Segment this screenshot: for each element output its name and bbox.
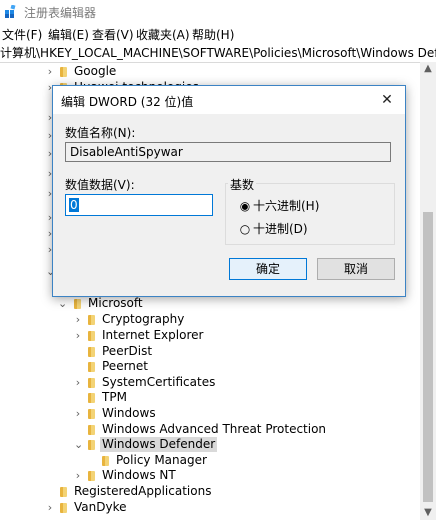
chevron-right-icon[interactable]: ›: [74, 468, 82, 483]
tree-item-label: Google: [74, 64, 117, 78]
radio-unchecked-icon: ○: [239, 222, 251, 236]
radio-decimal[interactable]: ○ 十进制(D): [239, 220, 308, 237]
tree-item-label: VanDyke: [74, 500, 127, 514]
chevron-down-icon[interactable]: ⌄: [58, 296, 67, 311]
edit-dword-dialog: 编辑 DWORD (32 位)值 ✕ 数值名称(N): DisableAntiS…: [52, 85, 406, 297]
tree-item-windows[interactable]: › Windows: [0, 406, 420, 421]
scroll-thumb[interactable]: [423, 212, 433, 502]
folder-icon: [60, 67, 67, 77]
menu-file[interactable]: 文件(F): [2, 26, 42, 43]
folder-icon: [60, 487, 67, 497]
chevron-down-icon[interactable]: ⌄: [74, 437, 83, 452]
folder-icon: [88, 409, 95, 419]
tree-item-label: TPM: [102, 390, 127, 404]
tree-item-windows-atp[interactable]: Windows Advanced Threat Protection: [0, 422, 420, 437]
folder-icon: [88, 331, 95, 341]
menu-help[interactable]: 帮助(H): [192, 26, 234, 43]
scroll-down-arrow-icon[interactable]: ▼: [420, 506, 436, 520]
radio-dec-label: 十进制(D): [253, 222, 308, 236]
chevron-right-icon[interactable]: ›: [74, 406, 82, 421]
menu-edit[interactable]: 编辑(E): [48, 26, 89, 43]
tree-item-label: Cryptography: [102, 312, 185, 326]
folder-icon: [88, 347, 95, 357]
tree-item-windows-defender[interactable]: ⌄ Windows Defender: [0, 437, 420, 452]
tree-item-peernet[interactable]: Peernet: [0, 359, 420, 374]
folder-icon: [88, 393, 95, 403]
base-group-label: 基数: [228, 176, 257, 193]
tree-item-label: Policy Manager: [116, 453, 207, 467]
chevron-right-icon[interactable]: ›: [74, 328, 82, 343]
folder-open-icon: [88, 440, 95, 450]
tree-item-registeredapplications[interactable]: RegisteredApplications: [0, 484, 420, 499]
tree-item-peerdist[interactable]: PeerDist: [0, 344, 420, 359]
folder-icon: [102, 456, 109, 466]
tree-item-cryptography[interactable]: › Cryptography: [0, 312, 420, 327]
chevron-right-icon[interactable]: ›: [74, 375, 82, 390]
window-titlebar: 注册表编辑器: [0, 0, 436, 24]
folder-icon: [88, 362, 95, 372]
tree-item-label: Windows Advanced Threat Protection: [102, 422, 327, 436]
value-data-text: 0: [69, 198, 79, 212]
tree-item-systemcertificates[interactable]: › SystemCertificates: [0, 375, 420, 390]
scroll-up-arrow-icon[interactable]: ▲: [420, 62, 436, 76]
radio-hexadecimal[interactable]: ◉ 十六进制(H): [239, 197, 320, 214]
folder-icon: [88, 471, 95, 481]
tree-scrollbar[interactable]: ▲ ▼: [420, 62, 436, 520]
tree-item-internet-explorer[interactable]: › Internet Explorer: [0, 328, 420, 343]
window-title: 注册表编辑器: [24, 6, 97, 20]
chevron-right-icon[interactable]: ›: [46, 64, 54, 79]
tree-item-label: Microsoft: [88, 296, 143, 310]
folder-icon: [88, 315, 95, 325]
tree-item-label: SystemCertificates: [102, 375, 216, 389]
folder-icon: [60, 503, 67, 513]
tree-item-label: Peernet: [102, 359, 148, 373]
menu-bar: 文件(F) 编辑(E) 查看(V) 收藏夹(A) 帮助(H): [0, 26, 436, 44]
value-data-label: 数值数据(V):: [65, 178, 135, 192]
tree-item-label: Windows Defender: [100, 437, 218, 452]
tree-item-google[interactable]: › Google: [0, 64, 420, 79]
tree-item-label: RegisteredApplications: [74, 484, 212, 498]
ok-button[interactable]: 确定: [229, 258, 307, 280]
radio-checked-icon: ◉: [239, 199, 251, 213]
tree-item-label: Windows: [102, 406, 156, 420]
menu-favorites[interactable]: 收藏夹(A): [136, 26, 190, 43]
value-name-label: 数值名称(N):: [65, 126, 136, 140]
dialog-titlebar: 编辑 DWORD (32 位)值 ✕: [53, 86, 405, 114]
chevron-right-icon[interactable]: ›: [46, 500, 54, 515]
registry-editor-icon: [5, 5, 16, 18]
folder-icon: [88, 425, 95, 435]
tree-item-label: PeerDist: [102, 344, 153, 358]
menu-view[interactable]: 查看(V): [92, 26, 134, 43]
close-icon[interactable]: ✕: [375, 88, 399, 112]
value-name-field[interactable]: DisableAntiSpywar: [65, 142, 391, 162]
folder-icon: [88, 378, 95, 388]
tree-item-policy-manager[interactable]: Policy Manager: [0, 453, 420, 468]
tree-item-tpm[interactable]: TPM: [0, 390, 420, 405]
folder-icon: [74, 299, 81, 309]
tree-item-microsoft[interactable]: ⌄ Microsoft: [0, 296, 420, 311]
value-data-input[interactable]: 0: [65, 194, 213, 216]
dialog-title: 编辑 DWORD (32 位)值: [61, 95, 194, 109]
tree-item-label: Windows NT: [102, 468, 176, 482]
tree-item-vandyke[interactable]: › VanDyke: [0, 500, 420, 515]
chevron-right-icon[interactable]: ›: [74, 312, 82, 327]
tree-item-label: Internet Explorer: [102, 328, 204, 342]
tree-item-windows-nt[interactable]: › Windows NT: [0, 468, 420, 483]
address-bar[interactable]: 计算机\HKEY_LOCAL_MACHINE\SOFTWARE\Policies…: [0, 44, 436, 63]
radio-hex-label: 十六进制(H): [253, 199, 320, 213]
cancel-button[interactable]: 取消: [317, 258, 395, 280]
